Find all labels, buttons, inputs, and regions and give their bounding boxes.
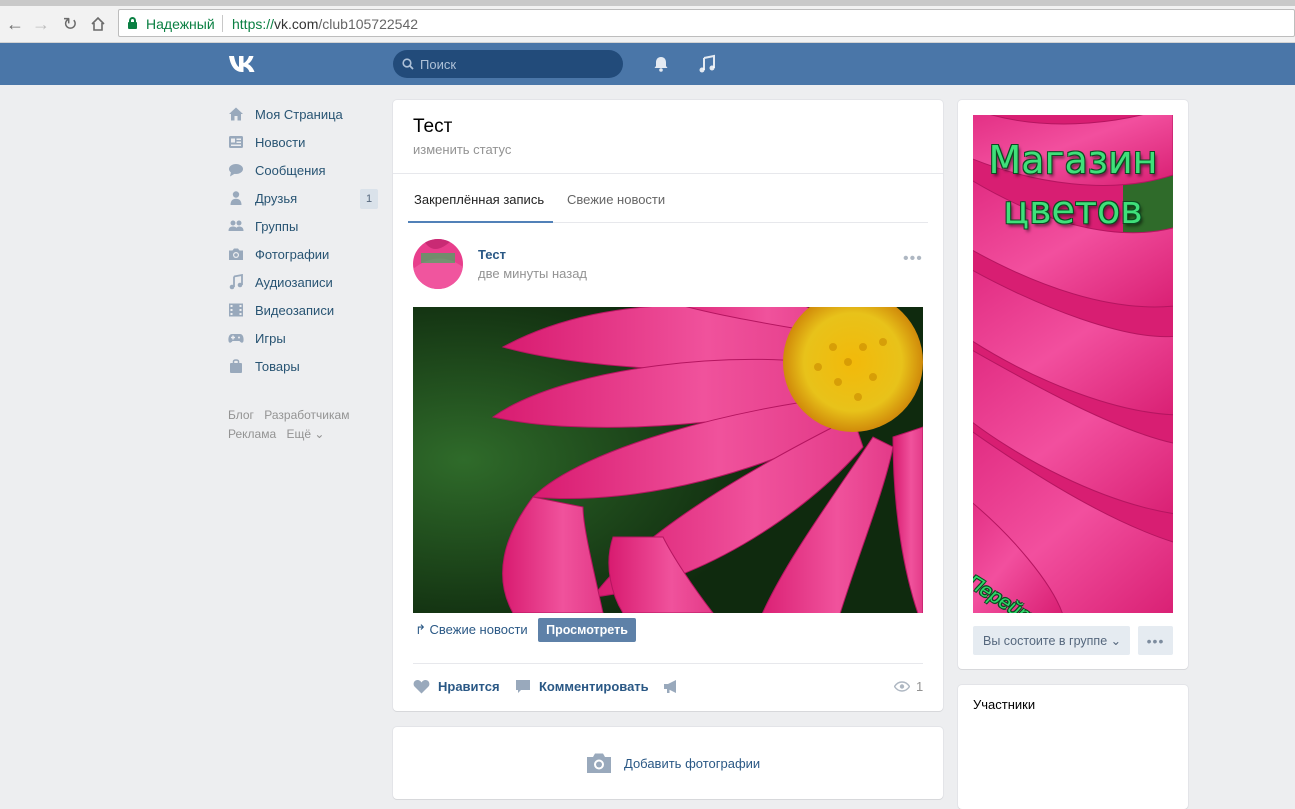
- footer-link-ads[interactable]: Реклама: [228, 427, 276, 441]
- group-cover-card: Магазин цветов Перейти на наш сайт Вы со…: [958, 100, 1188, 669]
- post-photo[interactable]: [413, 307, 923, 613]
- address-separator: [222, 15, 223, 32]
- camera-icon: [228, 246, 244, 262]
- nav-item-label: Новости: [255, 134, 306, 150]
- views-count: 1: [916, 679, 924, 694]
- nav-item-friends[interactable]: Друзья 1: [228, 184, 378, 212]
- nav-item-my-page[interactable]: Моя Страница: [228, 100, 378, 128]
- browser-tab-strip: [0, 0, 1295, 6]
- forward-arrow-icon[interactable]: →: [30, 13, 52, 35]
- reload-icon[interactable]: ↻: [59, 13, 81, 35]
- browser-toolbar: ← → ↻ Надежный https://vk.com/club105722…: [0, 0, 1295, 43]
- search-box[interactable]: [393, 50, 623, 78]
- friends-icon: [228, 190, 244, 206]
- add-photos-label: Добавить фотографии: [624, 755, 761, 771]
- lock-icon: [128, 17, 137, 29]
- add-photos-card: Добавить фотографии: [393, 727, 943, 799]
- megaphone-icon: [663, 679, 680, 694]
- avatar[interactable]: [413, 239, 463, 289]
- eye-icon: [894, 681, 910, 692]
- comment-icon: [515, 679, 531, 694]
- comment-label: Комментировать: [539, 679, 649, 694]
- post-timestamp[interactable]: две минуты назад: [478, 266, 587, 281]
- banner-title: Магазин цветов: [988, 138, 1158, 232]
- views-counter: 1: [894, 679, 923, 694]
- shopping-bag-icon: [228, 358, 244, 374]
- like-label: Нравится: [438, 679, 500, 694]
- nav-item-label: Аудиозаписи: [255, 274, 333, 290]
- header-divider: [393, 173, 943, 174]
- page-title: Тест: [413, 116, 453, 137]
- like-button[interactable]: Нравится: [413, 679, 500, 694]
- footer-link-developers[interactable]: Разработчикам: [264, 408, 349, 422]
- share-button[interactable]: [663, 679, 688, 694]
- address-bar[interactable]: Надежный https://vk.com/club105722542: [118, 9, 1295, 37]
- music-note-icon: [228, 274, 244, 290]
- nav-item-goods[interactable]: Товары: [228, 352, 378, 380]
- nav-item-label: Моя Страница: [255, 106, 343, 122]
- friends-count-badge: 1: [360, 189, 378, 209]
- nav-item-photos[interactable]: Фотографии: [228, 240, 378, 268]
- comment-button[interactable]: Комментировать: [515, 679, 649, 694]
- film-icon: [228, 302, 244, 318]
- view-button[interactable]: Просмотреть: [538, 618, 636, 642]
- add-photos-button[interactable]: Добавить фотографии: [586, 752, 760, 774]
- nav-item-video[interactable]: Видеозаписи: [228, 296, 378, 324]
- tab-pinned-post[interactable]: Закреплённая запись: [414, 192, 544, 207]
- left-navigation: Моя Страница Новости Сообщения Друзья 1 …: [228, 100, 378, 380]
- nav-item-label: Товары: [255, 358, 300, 374]
- members-title[interactable]: Участники: [973, 697, 1035, 712]
- vk-header: [0, 43, 1295, 85]
- nav-item-messages[interactable]: Сообщения: [228, 156, 378, 184]
- repost-arrow-icon: ↱: [415, 622, 430, 637]
- music-icon[interactable]: [697, 54, 717, 74]
- home-icon: [228, 106, 244, 122]
- search-input[interactable]: [420, 50, 615, 78]
- footer-links: Блог Разработчикам Реклама Ещё ⌄: [228, 406, 378, 444]
- nav-item-label: Сообщения: [255, 162, 326, 178]
- nav-item-news[interactable]: Новости: [228, 128, 378, 156]
- nav-item-label: Друзья: [255, 190, 298, 206]
- post-actions-divider: [413, 663, 923, 664]
- nav-item-games[interactable]: Игры: [228, 324, 378, 352]
- change-status-link[interactable]: изменить статус: [413, 142, 511, 157]
- home-button-icon[interactable]: [87, 13, 109, 35]
- repost-source-link[interactable]: ↱ Свежие новости: [415, 622, 528, 638]
- footer-link-blog[interactable]: Блог: [228, 408, 254, 422]
- nav-item-label: Игры: [255, 330, 286, 346]
- vk-logo-icon[interactable]: [228, 54, 262, 74]
- group-main-card: Тест изменить статус Закреплённая запись…: [393, 100, 943, 711]
- post-more-icon[interactable]: •••: [903, 250, 923, 268]
- bell-icon[interactable]: [651, 54, 671, 74]
- back-arrow-icon[interactable]: ←: [4, 13, 26, 35]
- news-icon: [228, 134, 244, 150]
- footer-link-more[interactable]: Ещё ⌄: [286, 427, 324, 441]
- nav-item-label: Группы: [255, 218, 299, 234]
- nav-item-label: Видеозаписи: [255, 302, 335, 318]
- nav-item-audio[interactable]: Аудиозаписи: [228, 268, 378, 296]
- url-text[interactable]: https://vk.com/club105722542: [232, 16, 418, 32]
- gamepad-icon: [228, 330, 244, 346]
- search-icon: [402, 58, 414, 70]
- messages-icon: [228, 162, 244, 178]
- heart-icon: [413, 679, 430, 694]
- members-card: Участники: [958, 685, 1188, 809]
- tab-fresh-news[interactable]: Свежие новости: [567, 192, 665, 207]
- shop-banner[interactable]: Магазин цветов Перейти на наш сайт: [973, 115, 1173, 613]
- active-tab-indicator: [408, 221, 553, 223]
- secure-label: Надежный: [146, 16, 215, 32]
- more-actions-button[interactable]: •••: [1138, 626, 1173, 655]
- camera-icon: [586, 752, 612, 774]
- post-author-link[interactable]: Тест: [478, 247, 506, 262]
- nav-item-label: Фотографии: [255, 246, 330, 262]
- membership-dropdown-button[interactable]: Вы состоите в группе ⌄: [973, 626, 1130, 655]
- groups-icon: [228, 218, 244, 234]
- nav-item-groups[interactable]: Группы: [228, 212, 378, 240]
